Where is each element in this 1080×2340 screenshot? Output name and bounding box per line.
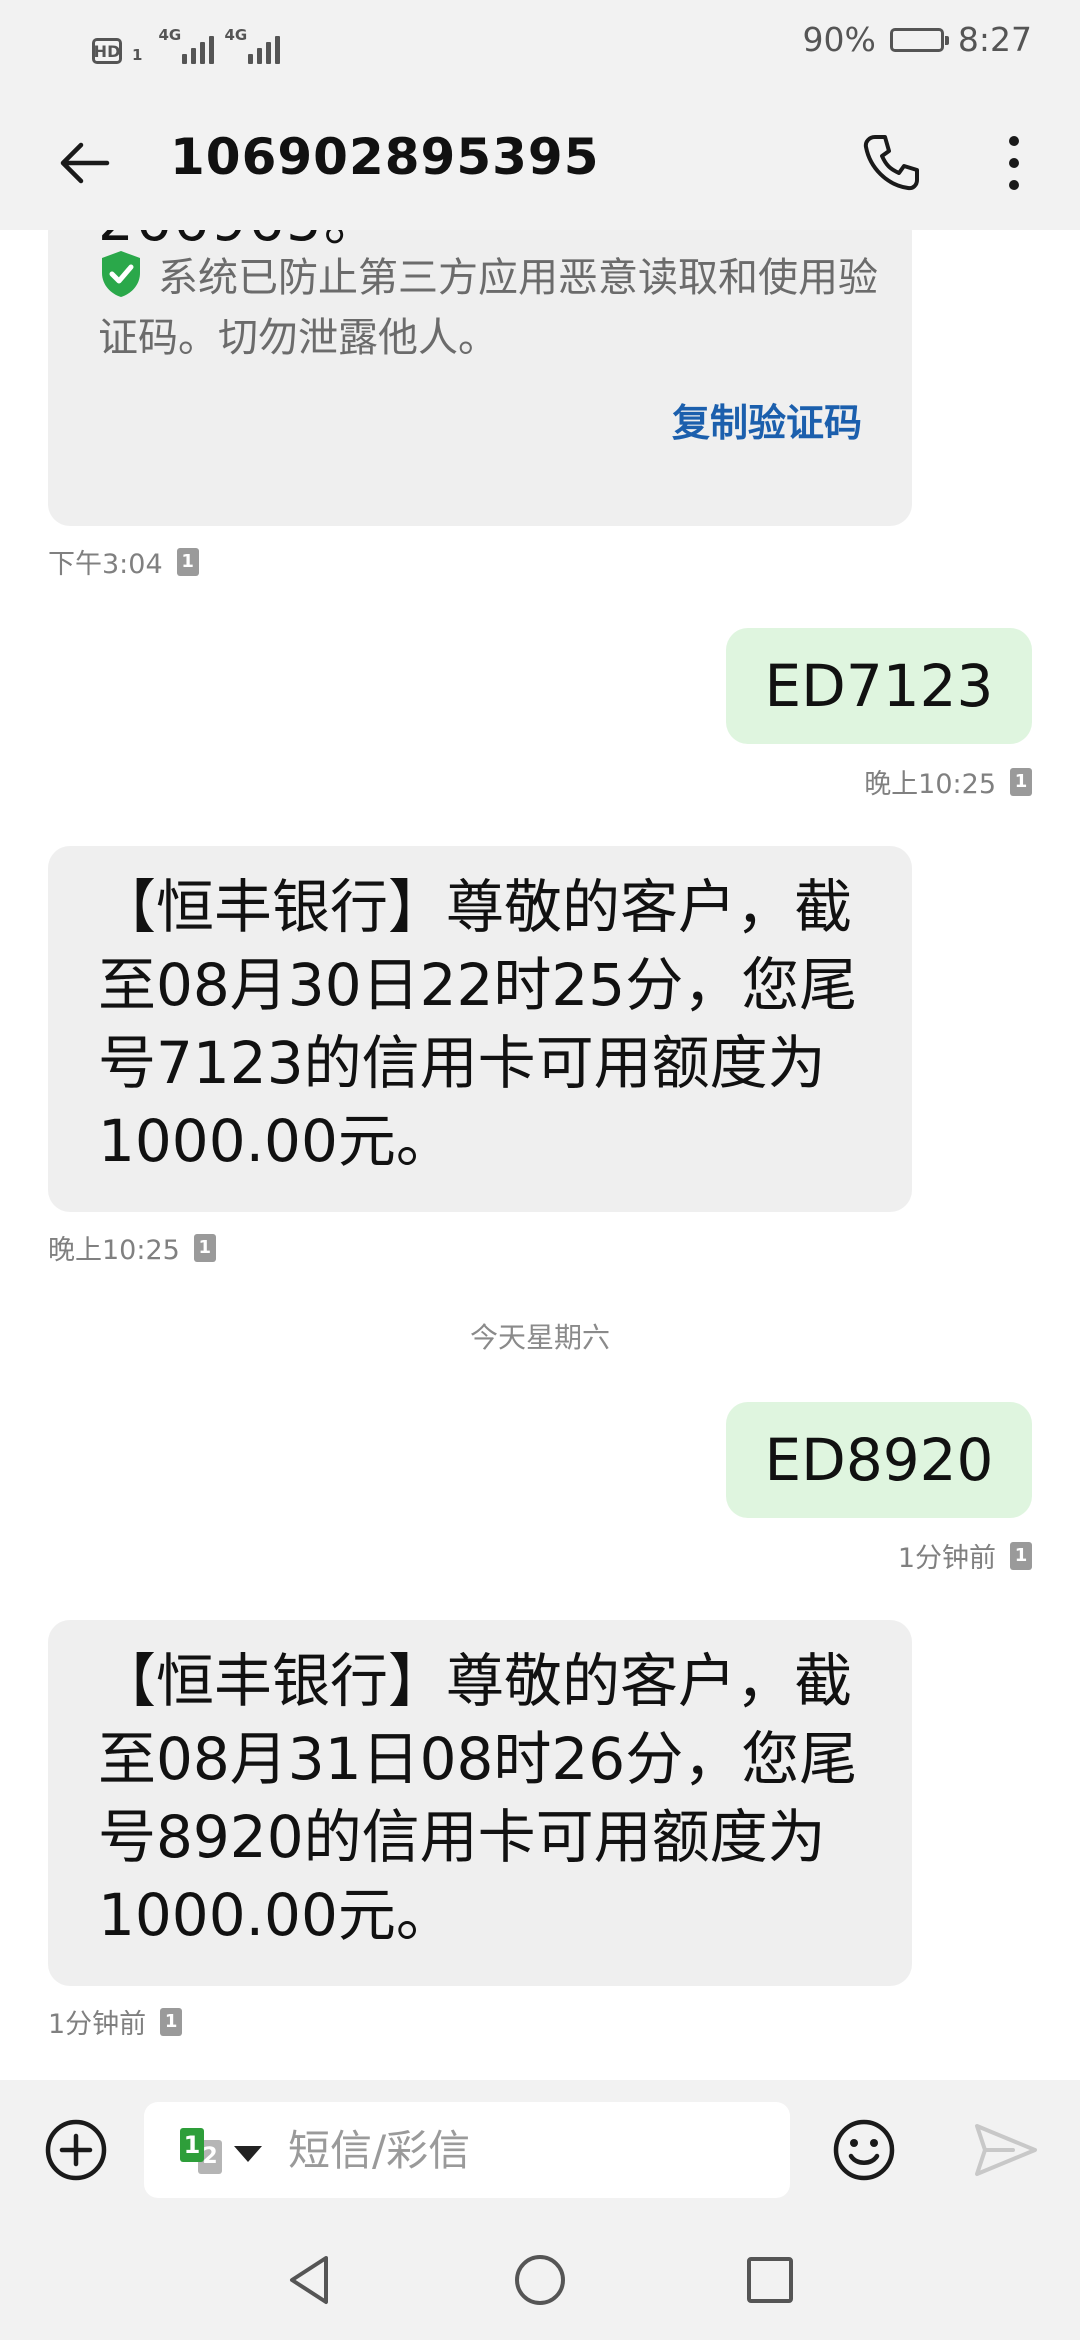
message-meta: 1分钟前 1: [898, 1536, 1032, 1575]
send-button[interactable]: [964, 2108, 1048, 2192]
clock: 8:27: [957, 20, 1032, 59]
message-time: 1分钟前: [48, 2009, 147, 2040]
shield-check-icon: [102, 251, 140, 297]
signal-strength-icon-sim2: 4G: [224, 26, 281, 64]
hd-voice-icon: HD: [92, 38, 122, 64]
status-bar: HD 1 4G 4G 90% 8:27: [0, 0, 1080, 86]
arrow-left-icon: [60, 142, 110, 184]
sim1-icon: 1: [180, 2128, 204, 2162]
smiley-icon: [833, 2119, 895, 2181]
conversation-title: 106902895395: [170, 128, 600, 186]
compose-field[interactable]: 1 2: [144, 2102, 790, 2198]
square-recent-icon: [747, 2257, 793, 2303]
incoming-message-bubble[interactable]: 【恒丰银行】尊敬的客户，截至08月31日08时26分，您尾号8920的信用卡可用…: [48, 1620, 912, 1986]
nav-home-button[interactable]: [504, 2244, 576, 2316]
back-button[interactable]: [40, 118, 130, 208]
message-meta: 下午3:04 1: [48, 542, 199, 581]
security-notice-text: 系统已防止第三方应用恶意读取和使用验证码。切勿泄露他人。: [98, 255, 878, 361]
message-text: ED8920: [764, 1426, 994, 1494]
sim-card-icon: 1: [160, 2007, 183, 2036]
more-vertical-icon: [1009, 136, 1019, 190]
message-meta: 晚上10:25 1: [48, 1228, 216, 1267]
message-meta: 1分钟前 1: [48, 2002, 183, 2041]
nav-recent-apps-button[interactable]: [734, 2244, 806, 2316]
battery-icon: [889, 27, 949, 52]
message-text: 【恒丰银行】尊敬的客户，截至08月30日22时25分，您尾号7123的信用卡可用…: [98, 873, 858, 1175]
network-type-label: 4G: [224, 26, 248, 44]
system-navigation-bar: [0, 2220, 1080, 2340]
message-meta: 晚上10:25 1: [864, 762, 1032, 801]
message-text: ED7123: [764, 652, 994, 720]
nav-back-button[interactable]: [274, 2244, 346, 2316]
incoming-message-bubble[interactable]: 266965。 系统已防止第三方应用恶意读取和使用验证码。切勿泄露他人。 复制验…: [48, 230, 912, 526]
message-input[interactable]: [288, 2120, 768, 2180]
call-button[interactable]: [846, 118, 936, 208]
composer-bar: 1 2: [0, 2080, 1080, 2220]
message-time: 下午3:04: [48, 549, 163, 580]
copy-code-button[interactable]: 复制验证码: [672, 392, 862, 447]
network-type-label: 4G: [158, 26, 182, 44]
emoji-button[interactable]: [822, 2108, 906, 2192]
incoming-message-bubble[interactable]: 【恒丰银行】尊敬的客户，截至08月30日22时25分，您尾号7123的信用卡可用…: [48, 846, 912, 1212]
security-notice: 系统已防止第三方应用恶意读取和使用验证码。切勿泄露他人。: [98, 248, 888, 368]
message-time: 晚上10:25: [864, 769, 996, 800]
sim-selector[interactable]: 1 2: [180, 2128, 266, 2176]
sim-card-icon: 1: [176, 547, 199, 576]
message-list[interactable]: 266965。 系统已防止第三方应用恶意读取和使用验证码。切勿泄露他人。 复制验…: [0, 230, 1080, 2080]
conversation-header: 106902895395: [0, 86, 1080, 230]
plus-circle-icon: [45, 2119, 107, 2181]
outgoing-message-bubble[interactable]: ED7123: [726, 628, 1032, 744]
add-attachment-button[interactable]: [36, 2110, 116, 2190]
sim-card-icon: 1: [193, 1233, 216, 1262]
signal-strength-icon-sim1: 4G: [158, 26, 215, 64]
send-icon: [975, 2124, 1037, 2176]
status-bar-right: 90% 8:27: [803, 20, 1032, 59]
date-divider: 今天星期六: [469, 1321, 610, 1354]
status-bar-left: HD 1 4G 4G: [92, 24, 281, 64]
caret-down-icon: [234, 2146, 262, 2162]
sim-card-icon: 1: [1010, 767, 1032, 796]
phone-icon: [863, 135, 919, 191]
battery-percentage: 90%: [802, 20, 876, 59]
message-text: 【恒丰银行】尊敬的客户，截至08月31日08时26分，您尾号8920的信用卡可用…: [98, 1647, 858, 1949]
more-options-button[interactable]: [974, 118, 1054, 208]
circle-home-icon: [515, 2255, 565, 2305]
sim-card-icon: 1: [1010, 1541, 1032, 1570]
sim-slot-indicator: 1: [132, 46, 143, 64]
message-time: 晚上10:25: [48, 1235, 180, 1266]
triangle-back-icon: [290, 2256, 328, 2304]
message-time: 1分钟前: [897, 1543, 996, 1574]
outgoing-message-bubble[interactable]: ED8920: [726, 1402, 1032, 1518]
